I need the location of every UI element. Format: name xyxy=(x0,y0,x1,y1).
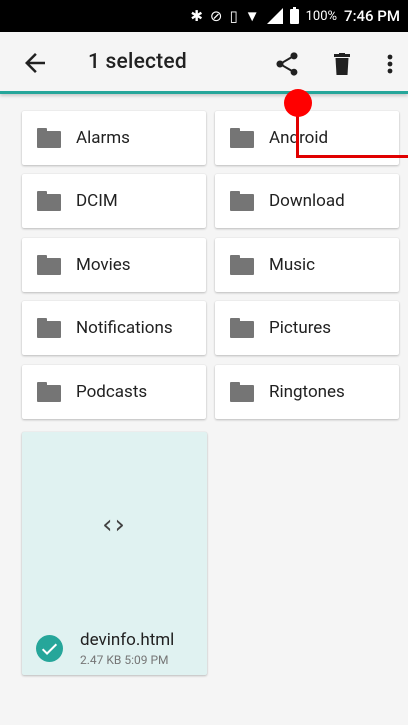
folder-name: Download xyxy=(269,191,345,211)
code-file-icon: ‹› xyxy=(102,510,127,540)
annotation-line xyxy=(296,110,299,158)
folder-item[interactable]: Pictures xyxy=(215,301,399,355)
file-name: devinfo.html xyxy=(80,630,175,650)
folder-item[interactable]: Ringtones xyxy=(215,365,399,419)
folder-item[interactable]: Music xyxy=(215,238,399,292)
folder-name: DCIM xyxy=(76,191,118,211)
annotation-marker xyxy=(284,89,312,117)
folder-item[interactable]: Notifications xyxy=(22,301,206,355)
annotation-line xyxy=(296,155,408,158)
folder-icon xyxy=(37,318,61,338)
folder-icon xyxy=(230,318,254,338)
folder-icon xyxy=(230,382,254,402)
folder-icon xyxy=(230,128,254,148)
folder-name: Movies xyxy=(76,255,131,275)
folder-icon xyxy=(37,128,61,148)
folder-icon xyxy=(230,255,254,275)
folder-name: Alarms xyxy=(76,128,130,148)
folder-icon xyxy=(230,191,254,211)
folder-name: Podcasts xyxy=(76,382,148,402)
folder-item[interactable]: Movies xyxy=(22,238,206,292)
file-meta: 2.47 KB 5:09 PM xyxy=(80,653,169,667)
folder-item[interactable]: Download xyxy=(215,174,399,228)
folder-item[interactable]: DCIM xyxy=(22,174,206,228)
selected-check-icon[interactable] xyxy=(36,635,63,662)
folder-icon xyxy=(37,255,61,275)
folder-item[interactable]: Podcasts xyxy=(22,365,206,419)
file-card-selected[interactable]: ‹› devinfo.html 2.47 KB 5:09 PM xyxy=(22,432,207,675)
folder-icon xyxy=(37,191,61,211)
folder-name: Notifications xyxy=(76,318,173,338)
folder-name: Ringtones xyxy=(269,382,345,402)
folder-item[interactable]: Alarms xyxy=(22,111,206,165)
folder-name: Music xyxy=(269,255,316,275)
folder-icon xyxy=(37,382,61,402)
folder-name: Pictures xyxy=(269,318,332,338)
file-grid: Alarms Android DCIM Download Movies Musi… xyxy=(0,0,408,725)
